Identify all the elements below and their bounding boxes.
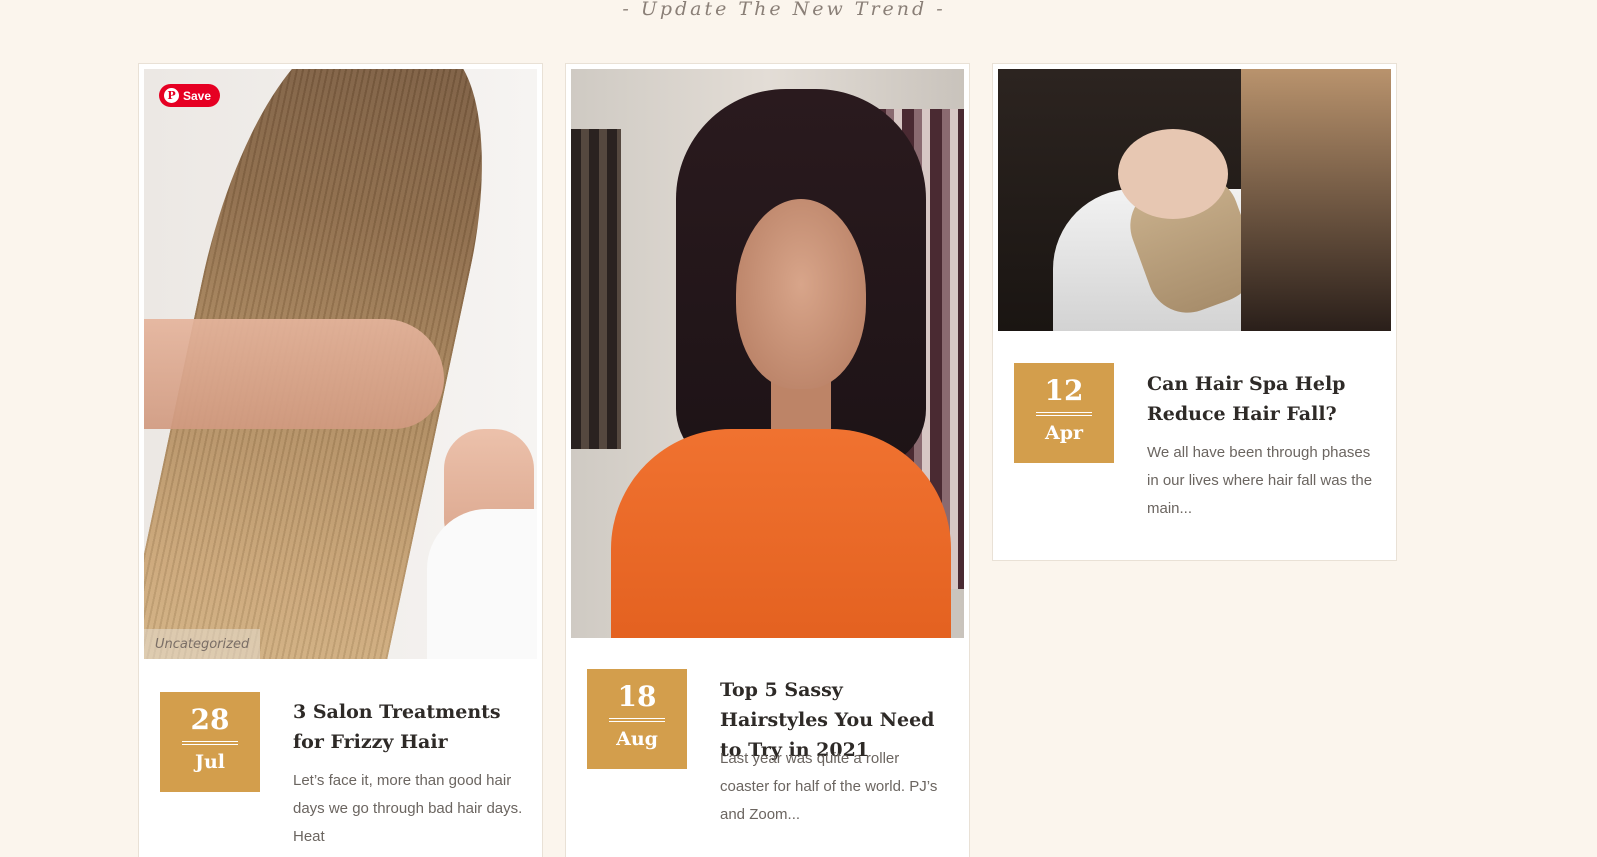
post-image[interactable] (144, 69, 537, 659)
post-title[interactable]: 3 Salon Treatments for Frizzy Hair (293, 697, 523, 757)
date-badge: 18 Aug (587, 669, 687, 769)
date-badge: 28 Jul (160, 692, 260, 792)
date-day: 12 (1044, 374, 1084, 407)
post-excerpt: Let’s face it, more than good hair days … (293, 772, 523, 845)
post-image[interactable] (571, 69, 964, 638)
blog-card: 12 Apr Can Hair Spa Help Reduce Hair Fal… (992, 63, 1397, 561)
date-day: 28 (190, 703, 230, 736)
blog-card: P Save Uncategorized 28 Jul 3 Salon Trea… (138, 63, 543, 857)
post-title[interactable]: Can Hair Spa Help Reduce Hair Fall? (1147, 369, 1377, 429)
post-thumbnail[interactable] (571, 69, 964, 638)
post-thumbnail[interactable] (998, 69, 1391, 331)
post-excerpt: Last year was quite a roller coaster for… (720, 750, 938, 823)
date-month: Jul (194, 751, 226, 773)
date-badge: 12 Apr (1014, 363, 1114, 463)
post-excerpt: We all have been through phases in our l… (1147, 444, 1373, 517)
date-divider (182, 741, 238, 745)
section-subtitle: - Update The New Trend - (622, 0, 946, 20)
blog-card: 18 Aug Top 5 Sassy Hairstyles You Need t… (565, 63, 970, 857)
category-tag[interactable]: Uncategorized (144, 629, 261, 659)
pinterest-save-button[interactable]: P Save (159, 84, 221, 107)
date-day: 18 (617, 680, 657, 713)
date-divider (1036, 412, 1092, 416)
save-label: Save (183, 88, 212, 103)
pinterest-icon: P (164, 88, 179, 103)
post-image[interactable] (998, 69, 1391, 331)
date-month: Aug (616, 728, 658, 750)
date-divider (609, 718, 665, 722)
post-thumbnail[interactable]: P Save (144, 69, 537, 659)
date-month: Apr (1044, 422, 1084, 444)
